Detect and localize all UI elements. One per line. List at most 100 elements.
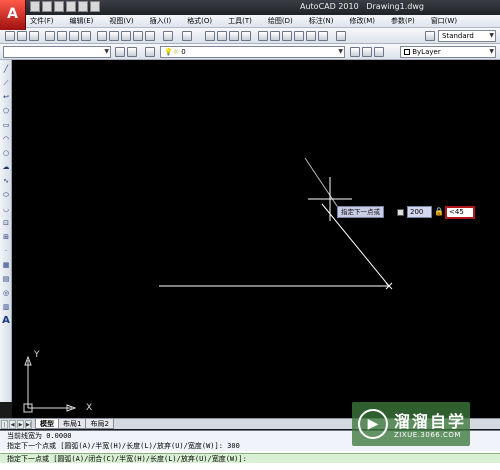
zoom-previous-icon[interactable] <box>241 31 251 41</box>
publish-icon[interactable] <box>69 31 79 41</box>
construction-line-icon[interactable]: ⟋ <box>1 78 11 88</box>
revision-cloud-icon[interactable]: ☁ <box>1 162 11 172</box>
menu-parametric[interactable]: 参数(P) <box>391 15 415 27</box>
arc-icon[interactable]: ◠ <box>1 134 11 144</box>
undo-icon[interactable] <box>66 1 76 12</box>
watermark-subtitle: ZIXUE.3066.COM <box>394 431 461 439</box>
cut-icon[interactable] <box>97 31 107 41</box>
menu-tools[interactable]: 工具(T) <box>228 15 252 27</box>
make-block-icon[interactable]: ⊞ <box>1 232 11 242</box>
match-properties-icon[interactable] <box>133 31 143 41</box>
window-title: AutoCAD 2010 Drawing1.dwg <box>300 2 424 11</box>
ellipse-icon[interactable]: ⬭ <box>1 190 11 200</box>
3d-dwf-icon[interactable] <box>81 31 91 41</box>
chevron-down-icon: ▼ <box>489 48 494 55</box>
drawing-canvas[interactable]: 指定下一点或 200 🔒 <45 Y X <box>12 60 500 418</box>
zoom-window-icon[interactable] <box>229 31 239 41</box>
redo-icon[interactable] <box>78 1 88 12</box>
prev-tab-icon[interactable]: ◀ <box>9 419 16 429</box>
drawing-area[interactable] <box>12 60 500 418</box>
text-style-icon[interactable] <box>425 31 435 41</box>
zoom-realtime-icon[interactable] <box>217 31 227 41</box>
undo-toolbar-icon[interactable] <box>163 31 173 41</box>
quickcalc-icon[interactable] <box>318 31 328 41</box>
copy-icon[interactable] <box>109 31 119 41</box>
paste-icon[interactable] <box>121 31 131 41</box>
layer-states-icon[interactable] <box>374 47 384 57</box>
sheet-set-icon[interactable] <box>294 31 304 41</box>
redo-toolbar-icon[interactable] <box>182 31 192 41</box>
watermark-title: 溜溜自学 <box>394 412 467 431</box>
new-icon[interactable] <box>30 1 40 12</box>
rectangle-icon[interactable]: ▭ <box>1 120 11 130</box>
menu-window[interactable]: 窗口(W) <box>431 15 457 27</box>
region-icon[interactable]: ◎ <box>1 288 11 298</box>
menu-edit[interactable]: 编辑(E) <box>70 15 94 27</box>
text-style-value: Standard <box>442 32 474 40</box>
point-icon[interactable]: · <box>1 246 11 256</box>
menu-modify[interactable]: 修改(M) <box>349 15 375 27</box>
quick-access-toolbar <box>30 1 100 12</box>
chevron-down-icon: ▼ <box>489 32 494 39</box>
make-current-layer-icon[interactable] <box>350 47 360 57</box>
block-editor-icon[interactable] <box>145 31 155 41</box>
last-tab-icon[interactable]: ▶| <box>25 419 32 429</box>
table-icon[interactable]: ▥ <box>1 302 11 312</box>
properties-icon[interactable] <box>258 31 268 41</box>
tab-layout1[interactable]: 布局1 <box>58 419 87 429</box>
menu-bar: 文件(F) 编辑(E) 视图(V) 插入(I) 格式(O) 工具(T) 绘图(D… <box>0 15 500 28</box>
chevron-down-icon: ▼ <box>104 48 109 55</box>
dynamic-input-options-icon[interactable] <box>397 209 404 216</box>
workspace-select[interactable]: ▼ <box>3 46 111 58</box>
pan-icon[interactable] <box>205 31 215 41</box>
menu-insert[interactable]: 插入(I) <box>150 15 172 27</box>
save-icon[interactable] <box>54 1 64 12</box>
layer-icon[interactable] <box>145 47 155 57</box>
text-style-select[interactable]: Standard ▼ <box>438 30 496 42</box>
chevron-down-icon: ▼ <box>338 48 343 55</box>
markup-icon[interactable] <box>306 31 316 41</box>
play-logo-icon: ▶ <box>358 409 388 439</box>
layer-select[interactable]: 💡☼ 0 ▼ <box>160 46 345 58</box>
print-icon[interactable] <box>45 31 55 41</box>
dynamic-input-angle[interactable]: <45 <box>445 206 475 219</box>
ellipse-arc-icon[interactable]: ◡ <box>1 204 11 214</box>
open-file-icon[interactable] <box>17 31 27 41</box>
dynamic-input-length[interactable]: 200 <box>407 206 432 218</box>
first-tab-icon[interactable]: |◀ <box>1 419 8 437</box>
qnew-icon[interactable] <box>5 31 15 41</box>
command-prompt[interactable]: 指定下一点或 [圆弧(A)/闭合(C)/半宽(H)/长度(L)/放弃(U)/宽度… <box>0 453 500 463</box>
app-menu-button[interactable]: A <box>0 0 26 30</box>
menu-format[interactable]: 格式(O) <box>187 15 212 27</box>
plot-preview-icon[interactable] <box>57 31 67 41</box>
lightbulb-icon: 💡 <box>164 48 173 56</box>
menu-draw[interactable]: 绘图(D) <box>268 15 293 27</box>
multiline-text-icon[interactable]: A <box>1 316 11 326</box>
circle-icon[interactable]: ○ <box>1 148 11 158</box>
gradient-icon[interactable]: ▤ <box>1 274 11 284</box>
help-icon[interactable] <box>336 31 346 41</box>
open-icon[interactable] <box>42 1 52 12</box>
menu-dimension[interactable]: 标注(N) <box>309 15 334 27</box>
color-select[interactable]: ByLayer ▼ <box>400 46 496 58</box>
save-file-icon[interactable] <box>29 31 39 41</box>
next-tab-icon[interactable]: ▶ <box>17 419 24 429</box>
workspace-settings-icon[interactable] <box>115 47 125 57</box>
polygon-icon[interactable]: ⬠ <box>1 106 11 116</box>
menu-file[interactable]: 文件(F) <box>30 15 54 27</box>
menu-view[interactable]: 视图(V) <box>109 15 133 27</box>
line-tool-icon[interactable]: ╱ <box>1 64 11 74</box>
layer-properties-icon[interactable] <box>127 47 137 57</box>
document-name: Drawing1.dwg <box>366 2 424 11</box>
insert-block-icon[interactable]: ⊡ <box>1 218 11 228</box>
sun-icon: ☼ <box>172 48 179 56</box>
tool-palettes-icon[interactable] <box>282 31 292 41</box>
spline-icon[interactable]: ∿ <box>1 176 11 186</box>
polyline-icon[interactable]: ↩ <box>1 92 11 102</box>
design-center-icon[interactable] <box>270 31 280 41</box>
tab-layout2[interactable]: 布局2 <box>85 419 114 429</box>
hatch-icon[interactable]: ▦ <box>1 260 11 270</box>
plot-icon[interactable] <box>90 1 100 12</box>
layer-previous-icon[interactable] <box>362 47 372 57</box>
tab-model[interactable]: 模型 <box>35 419 59 429</box>
